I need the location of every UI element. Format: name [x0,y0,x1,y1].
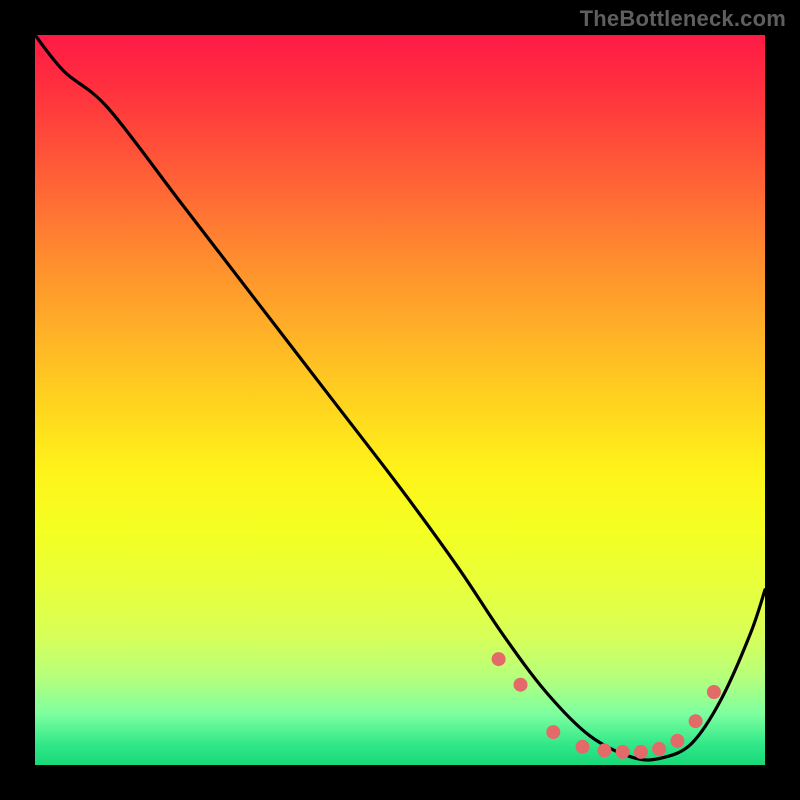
marker-dot [707,685,721,699]
watermark-text: TheBottleneck.com [580,6,786,32]
marker-dot [546,725,560,739]
marker-dot [492,652,506,666]
marker-dot [597,743,611,757]
marker-dot [652,742,666,756]
curve-layer [35,35,765,765]
marker-dot [616,745,630,759]
bottleneck-curve [35,35,765,760]
marker-dot [634,745,648,759]
plot-area [35,35,765,765]
chart-stage: TheBottleneck.com [0,0,800,800]
marker-dot [670,734,684,748]
marker-dot [689,714,703,728]
marker-dot [514,678,528,692]
marker-dot [576,740,590,754]
